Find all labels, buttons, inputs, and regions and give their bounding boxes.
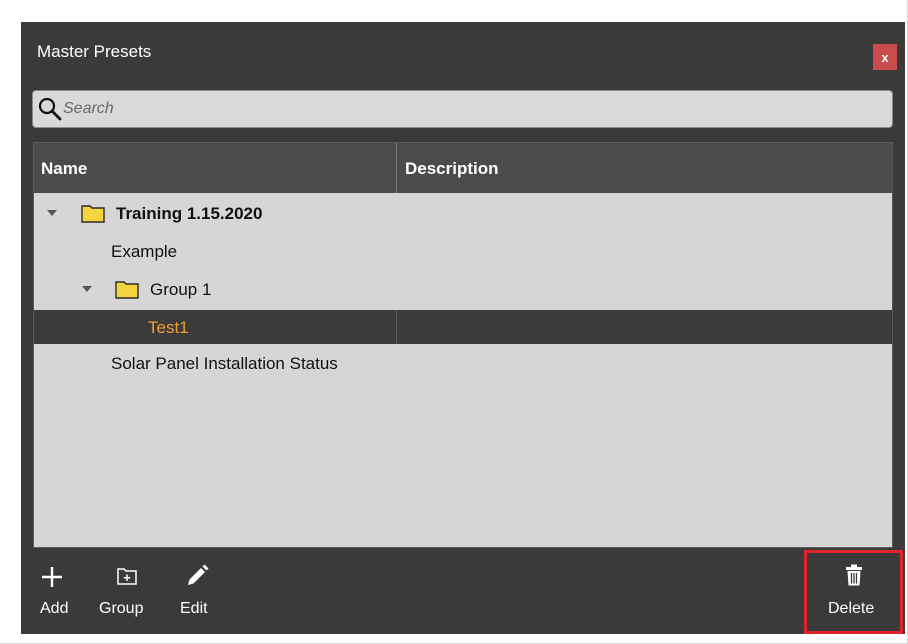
tree-row-label: Test1 <box>148 318 189 337</box>
add-button[interactable]: Add <box>33 550 73 634</box>
chevron-down-icon[interactable] <box>82 286 92 292</box>
search-icon <box>38 97 62 121</box>
tree-row-group-folder[interactable]: Group 1 <box>34 272 892 306</box>
pencil-icon <box>188 564 209 585</box>
group-label: Group <box>99 600 144 617</box>
column-divider[interactable] <box>396 143 397 193</box>
presets-tree: Name Description Training 1.15.2020 Exam… <box>33 142 893 548</box>
tree-row-test1[interactable]: Test1 <box>34 310 892 344</box>
tree-row-solar-panel[interactable]: Solar Panel Installation Status <box>34 346 892 380</box>
edit-label: Edit <box>180 600 208 617</box>
tree-row-label: Training 1.15.2020 <box>116 204 263 223</box>
title-bar: Master Presets x <box>21 22 905 80</box>
delete-highlight-box <box>804 550 903 634</box>
search-input[interactable] <box>63 97 863 121</box>
tree-row-label: Group 1 <box>150 280 212 299</box>
master-presets-dialog: Master Presets x Name Description Traini… <box>21 22 905 634</box>
tree-row-label: Solar Panel Installation Status <box>111 354 338 373</box>
close-icon: x <box>881 49 889 65</box>
tree-row-example[interactable]: Example <box>34 234 892 268</box>
plus-icon <box>42 567 62 587</box>
folder-icon <box>81 205 105 223</box>
tree-row-training-folder[interactable]: Training 1.15.2020 <box>34 196 892 230</box>
column-header-name[interactable]: Name <box>41 159 87 179</box>
column-divider <box>396 310 397 344</box>
bottom-toolbar: Add Group Edit Delete <box>21 550 905 634</box>
tree-header: Name Description <box>34 143 892 193</box>
dialog-title: Master Presets <box>37 42 152 61</box>
chevron-down-icon[interactable] <box>47 210 57 216</box>
column-header-description[interactable]: Description <box>405 159 499 179</box>
edit-button[interactable]: Edit <box>176 550 216 634</box>
search-box[interactable] <box>32 90 893 128</box>
tree-row-label: Example <box>111 242 178 261</box>
add-folder-icon <box>117 568 137 585</box>
add-label: Add <box>40 600 69 617</box>
add-group-button[interactable]: Group <box>97 550 155 634</box>
close-button[interactable]: x <box>873 44 897 70</box>
folder-icon <box>115 281 139 299</box>
